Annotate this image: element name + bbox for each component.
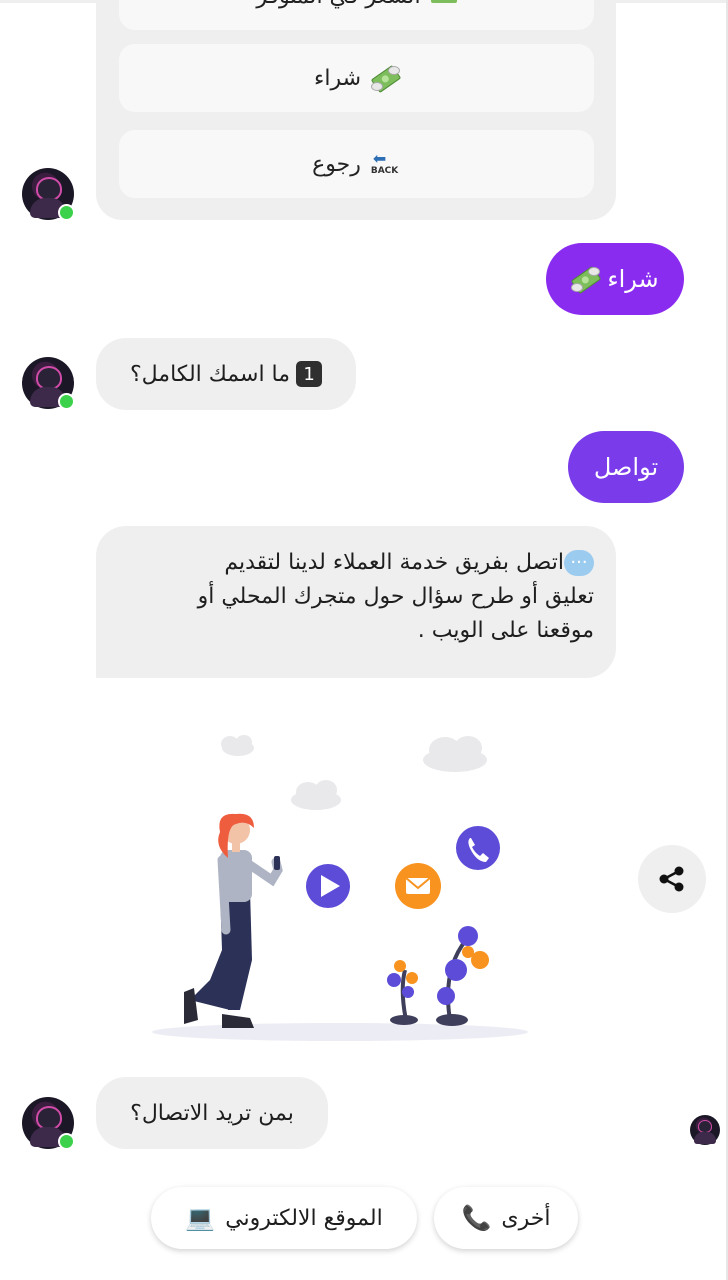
share-icon	[659, 866, 684, 892]
menu-item-back[interactable]: رجوع ⬅ BACK	[119, 130, 594, 198]
user-avatar	[690, 1115, 720, 1145]
mail-icon	[395, 863, 441, 909]
user-message-buy: شراء	[546, 243, 684, 315]
telephone-icon: 📞	[461, 1204, 492, 1232]
online-status-dot	[58, 393, 75, 410]
message-text: بمن تريد الاتصال؟	[130, 1100, 294, 1126]
bot-avatar	[22, 1097, 75, 1150]
menu-item-label: السعر في المتوفر	[256, 0, 420, 9]
menu-item-label: رجوع	[312, 151, 361, 177]
online-status-dot	[58, 1133, 75, 1150]
bot-avatar	[22, 357, 75, 410]
play-icon	[306, 864, 350, 908]
message-text: ما اسمك الكامل؟	[129, 361, 291, 387]
bot-message-name-question: 1 ما اسمك الكامل؟	[96, 338, 356, 410]
quick-reply-other[interactable]: أخرى 📞	[434, 1187, 578, 1249]
text-line: اتصل بفريق خدمة العملاء لدينا لتقديم	[224, 550, 564, 575]
phone-icon	[456, 826, 500, 870]
laptop-icon: 💻	[185, 1204, 216, 1232]
user-message-contact: تواصل	[568, 431, 684, 503]
menu-item-partial[interactable]: السعر في المتوفر	[119, 0, 594, 30]
message-text: شراء	[607, 265, 659, 293]
share-button[interactable]	[638, 845, 706, 913]
bot-message-contact-text: ···اتصل بفريق خدمة العملاء لدينا لتقديم …	[120, 546, 594, 648]
chip-label: أخرى	[501, 1205, 551, 1231]
text-line: موقعنا على الويب .	[417, 618, 594, 643]
text-line: تعليق أو طرح سؤال حول متجرك المحلي أو	[197, 584, 594, 609]
speech-bubble-icon: ···	[564, 550, 594, 576]
menu-item-buy[interactable]: شراء	[119, 44, 594, 112]
bot-avatar	[22, 168, 75, 221]
chip-label: الموقع الالكتروني	[225, 1205, 383, 1231]
flying-money-icon	[370, 64, 402, 94]
menu-item-label: شراء	[313, 65, 362, 91]
money-icon	[430, 0, 457, 3]
contact-illustration	[152, 735, 528, 1041]
message-text: تواصل	[593, 453, 659, 481]
back-arrow-icon: ⬅ BACK	[370, 149, 399, 177]
bot-message-contact-question: بمن تريد الاتصال؟	[96, 1077, 328, 1149]
online-status-dot	[58, 204, 75, 221]
flying-money-icon	[571, 265, 602, 295]
quick-reply-website[interactable]: الموقع الالكتروني 💻	[151, 1187, 417, 1249]
keycap-one-icon: 1	[296, 361, 323, 387]
